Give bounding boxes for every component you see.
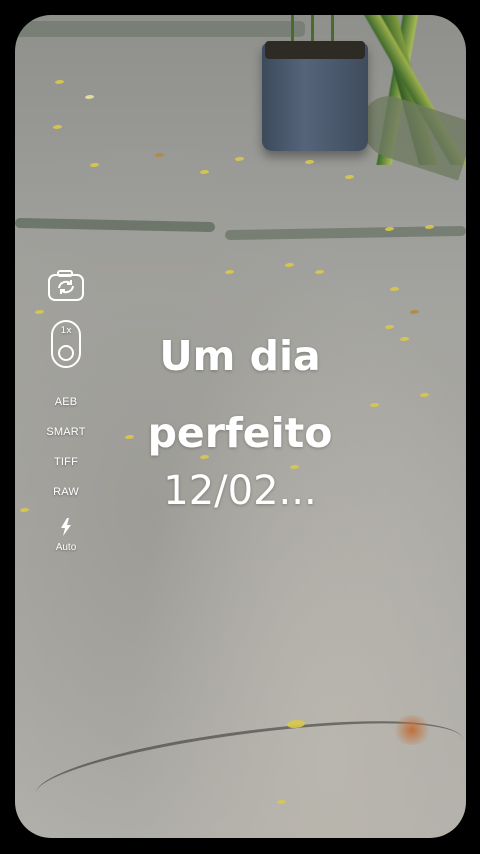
photo-caption-overlay: Um dia perfeito 12/02... (95, 318, 385, 514)
zoom-toggle[interactable]: 1x (51, 320, 81, 368)
camera-switch-icon[interactable] (47, 270, 85, 306)
zoom-label: 1x (60, 326, 72, 336)
fallen-leaf (400, 337, 409, 341)
mode-raw[interactable]: RAW (53, 486, 79, 498)
fallen-leaf (85, 95, 94, 99)
flash-toggle[interactable]: Auto (55, 518, 77, 553)
mode-aeb[interactable]: AEB (55, 396, 78, 408)
fallen-leaf (420, 393, 429, 397)
mode-tiff[interactable]: TIFF (54, 456, 78, 468)
caption-title: Um dia perfeito (147, 332, 333, 457)
pot-soil (265, 41, 365, 59)
fallen-leaf (90, 163, 99, 167)
camera-side-controls: 1x AEB SMART TIFF RAW Auto (30, 270, 102, 553)
fallen-leaf (315, 270, 324, 274)
fallen-leaf (235, 157, 244, 161)
fallen-leaf (277, 800, 286, 804)
fallen-leaf (55, 80, 64, 84)
fallen-leaf (345, 175, 354, 179)
ground-crack (15, 21, 305, 37)
flash-mode-label: Auto (55, 542, 77, 553)
caption-date: 12/02... (163, 468, 317, 514)
mode-smart[interactable]: SMART (46, 426, 85, 438)
fallen-leaf (155, 153, 164, 157)
fallen-leaf (385, 325, 394, 329)
fallen-leaf (200, 170, 209, 174)
fallen-leaf (20, 508, 29, 512)
zoom-knob (58, 345, 74, 361)
flash-icon (60, 518, 72, 540)
plant-pot (262, 43, 368, 151)
fallen-leaf (410, 310, 419, 314)
ground-crack (15, 217, 216, 233)
fallen-leaf (225, 270, 234, 274)
ground-stain (392, 715, 432, 745)
fallen-leaf (390, 287, 399, 291)
fallen-leaf (53, 125, 62, 129)
fallen-leaf (285, 263, 294, 267)
fallen-leaf (305, 160, 314, 164)
